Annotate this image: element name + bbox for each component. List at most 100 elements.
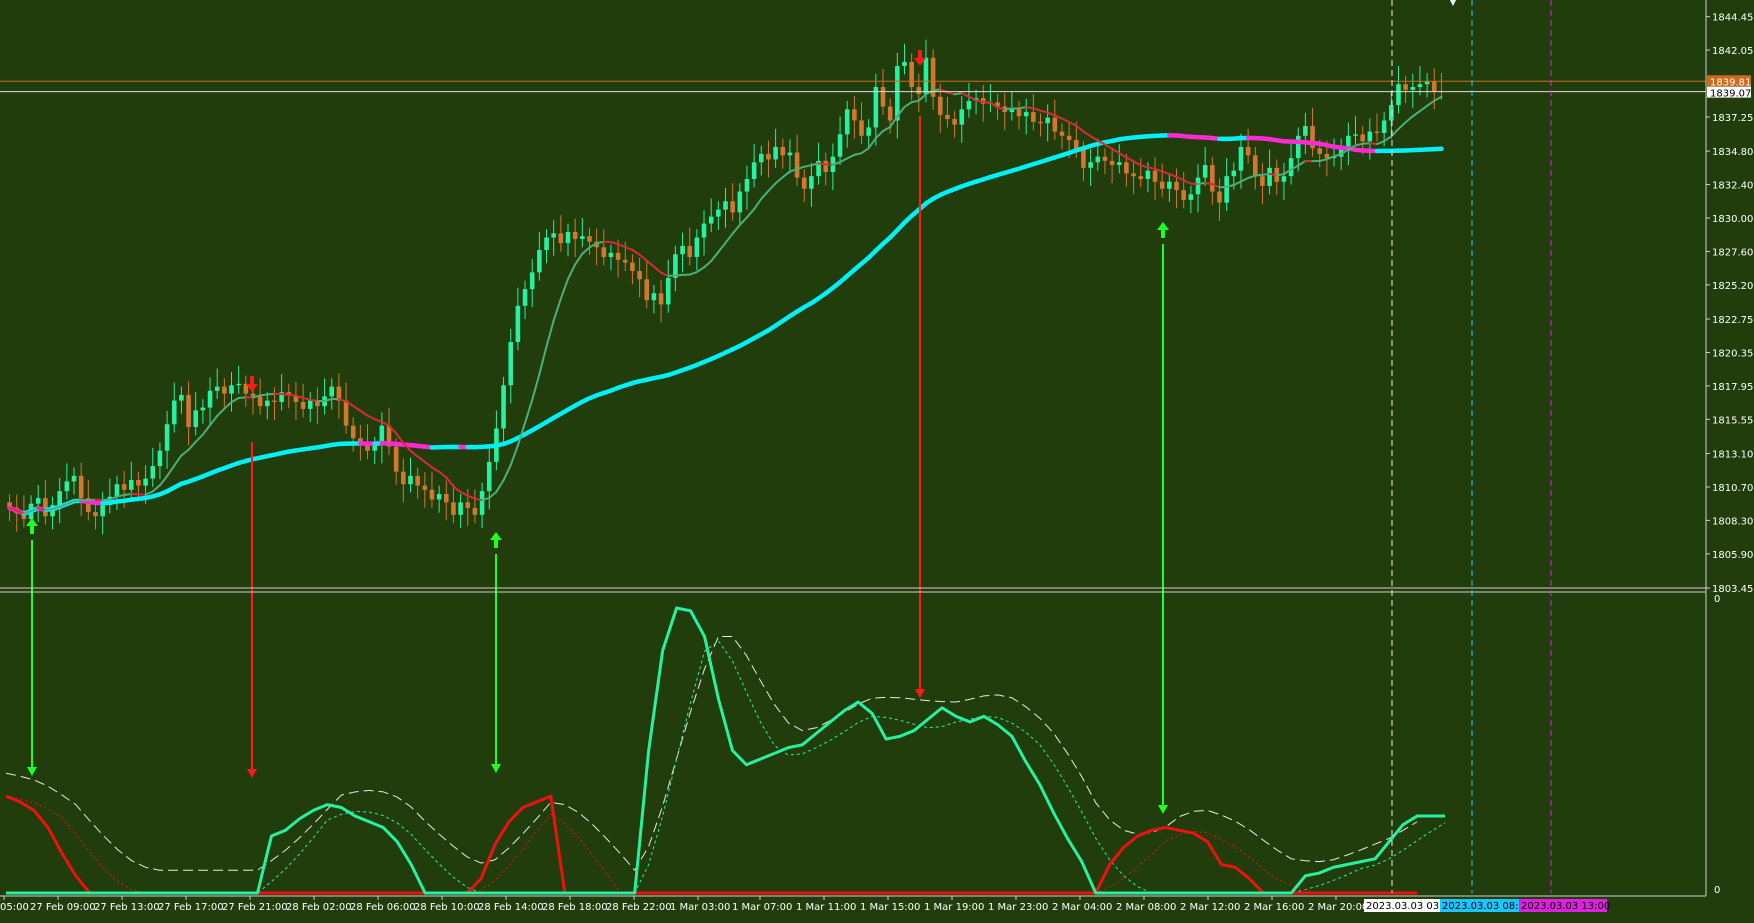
- fast-ma-segment: [239, 397, 246, 398]
- fast-ma-segment: [74, 500, 81, 501]
- candle-body: [859, 120, 864, 135]
- candle-body: [430, 490, 435, 500]
- fast-ma-segment: [1205, 183, 1212, 184]
- fast-ma-segment: [933, 89, 940, 90]
- candle-body: [1267, 168, 1272, 186]
- fast-ma-segment: [1219, 187, 1226, 188]
- candle-body: [122, 484, 127, 490]
- candle-body: [1038, 122, 1043, 123]
- bid-price-label: 1839.07: [1710, 89, 1751, 100]
- fast-ma-segment: [1005, 109, 1012, 110]
- candle-body: [1403, 84, 1408, 90]
- candle-body: [895, 66, 900, 120]
- time-tick-label: 28 Feb 10:00: [414, 902, 480, 913]
- candle-body: [802, 178, 807, 189]
- candle-body: [72, 476, 77, 482]
- trading-chart[interactable]: 1844.451842.051837.251834.801832.401830.…: [0, 0, 1754, 919]
- candle-body: [458, 502, 463, 515]
- candle-body: [1110, 161, 1115, 165]
- time-tick-label: 27 Feb 21:00: [222, 902, 288, 913]
- candle-body: [959, 109, 964, 124]
- candle-body: [1196, 178, 1201, 195]
- candle-body: [537, 250, 542, 272]
- candle-body: [967, 101, 972, 109]
- time-tick-label: 2 Mar 04:00: [1052, 902, 1112, 913]
- price-tick-label: 1815.55: [1712, 415, 1753, 426]
- candle-body: [752, 162, 757, 179]
- time-tick-label: 1 Mar 19:00: [924, 902, 984, 913]
- candle-body: [1160, 182, 1165, 189]
- fast-ma-segment: [289, 395, 296, 396]
- candle-body: [1396, 84, 1401, 105]
- candle-body: [258, 396, 263, 406]
- candle-body: [1353, 134, 1358, 135]
- candle-body: [93, 512, 98, 516]
- candle-body: [530, 272, 535, 289]
- fast-ma-segment: [983, 102, 990, 103]
- price-tick-label: 1832.40: [1712, 181, 1753, 192]
- fast-ma-segment: [310, 400, 317, 401]
- candle-body: [251, 394, 256, 397]
- candle-body: [129, 480, 134, 490]
- candle-body: [845, 109, 850, 134]
- candle-body: [838, 134, 843, 156]
- time-tick-label: 27 Feb 17:00: [158, 902, 224, 913]
- candle-body: [823, 161, 828, 172]
- candle-body: [473, 508, 478, 515]
- time-tick-label: 1 Mar 23:00: [988, 902, 1048, 913]
- candle-body: [1410, 87, 1415, 90]
- candle-body: [952, 119, 957, 125]
- candle-body: [1317, 148, 1322, 154]
- candle-body: [1217, 192, 1222, 203]
- time-tick-label: 28 Feb 02:00: [286, 902, 352, 913]
- fast-ma-segment: [1255, 175, 1262, 176]
- candle-body: [1210, 165, 1215, 191]
- candle-body: [544, 238, 549, 251]
- candle-body: [924, 58, 929, 94]
- fast-ma-segment: [675, 275, 682, 276]
- time-tick-label: 2 Mar 08:00: [1116, 902, 1176, 913]
- fast-ma-segment: [819, 163, 826, 164]
- chart-canvas[interactable]: 1844.451842.051837.251834.801832.401830.…: [0, 0, 1754, 919]
- candle-body: [666, 278, 671, 304]
- candle-body: [559, 233, 564, 243]
- candle-body: [172, 401, 177, 425]
- candle-body: [1138, 176, 1143, 179]
- candle-body: [36, 498, 41, 504]
- fast-ma-segment: [267, 394, 274, 395]
- time-tick-label: 2 Mar 12:00: [1180, 902, 1240, 913]
- candle-body: [902, 62, 907, 66]
- candle-body: [444, 494, 449, 502]
- candle-body: [1095, 157, 1100, 163]
- candle-body: [523, 289, 528, 306]
- candle-body: [652, 293, 657, 300]
- fast-ma-segment: [45, 509, 52, 510]
- candle-body: [1124, 162, 1129, 173]
- candle-body: [1045, 118, 1050, 124]
- fast-ma-segment: [124, 494, 131, 495]
- time-tick-label: 2 Mar 20:00: [1308, 902, 1368, 913]
- candle-body: [716, 210, 721, 217]
- candle-body: [1067, 136, 1072, 140]
- candle-body: [401, 472, 406, 485]
- candle-body: [788, 153, 793, 156]
- candle-body: [566, 232, 571, 243]
- candle-body: [508, 342, 513, 385]
- price-tick-label: 1808.30: [1712, 516, 1753, 527]
- candle-body: [888, 107, 893, 121]
- candle-body: [602, 247, 607, 257]
- candle-body: [659, 293, 664, 304]
- candle-body: [687, 246, 692, 257]
- candle-body: [329, 387, 334, 397]
- price-tick-label: 1822.75: [1712, 315, 1753, 326]
- candle-body: [1174, 182, 1179, 190]
- fast-ma-segment: [1148, 167, 1155, 168]
- candle-body: [1282, 176, 1287, 182]
- time-tick-label: 27 Feb 13:00: [94, 902, 160, 913]
- candle-body: [1382, 120, 1387, 133]
- candle-body: [437, 494, 442, 500]
- candle-body: [695, 238, 700, 258]
- candle-body: [229, 385, 234, 393]
- candle-body: [909, 62, 914, 87]
- price-tick-label: 1837.25: [1712, 113, 1753, 124]
